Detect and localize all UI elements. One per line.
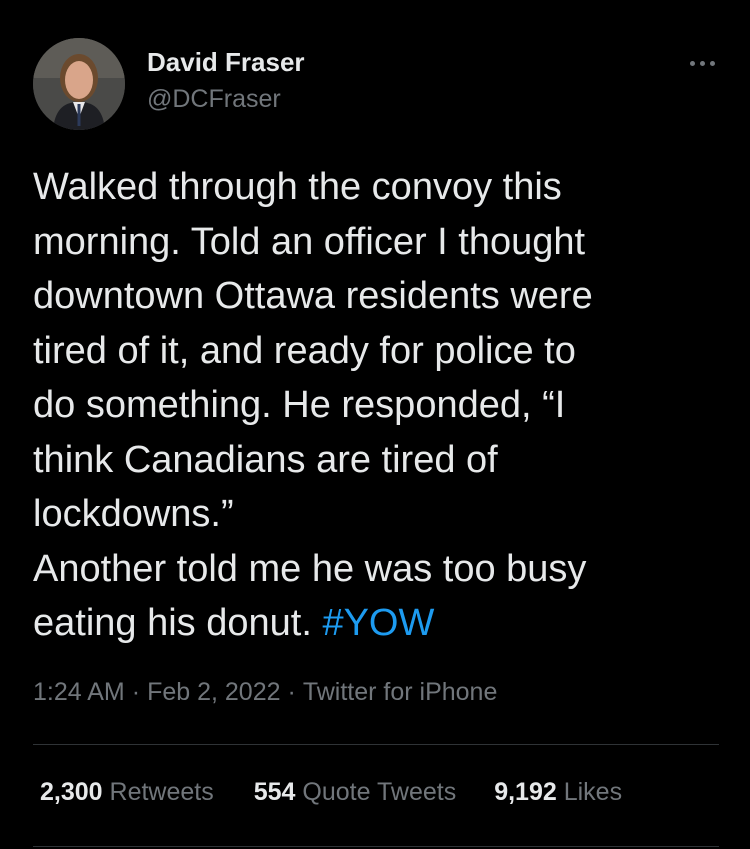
tweet-line: tired of it, and ready for police to xyxy=(33,329,576,372)
meta-separator: · xyxy=(131,678,141,706)
divider xyxy=(33,744,719,745)
tweet-line: Another told me he was too busy xyxy=(33,547,587,590)
tweet-line: downtown Ottawa residents were xyxy=(33,275,593,317)
tweet-text: Walked through the convoy this morning. … xyxy=(33,160,723,651)
quote-tweets-count: 554 xyxy=(253,778,296,806)
tweet-date[interactable]: Feb 2, 2022 xyxy=(147,678,280,706)
likes-label: Likes xyxy=(563,778,623,806)
tweet-line: Walked through the convoy this xyxy=(33,166,562,208)
more-dot xyxy=(709,60,715,66)
tweet-line-last: eating his donut. #YOW xyxy=(33,596,723,651)
hashtag-link[interactable]: #YOW xyxy=(322,602,434,644)
tweet-detail: David Fraser @DCFraser Walked through th… xyxy=(0,0,750,849)
tweet-line: morning. Told an officer I thought xyxy=(33,220,586,263)
more-options-icon[interactable] xyxy=(682,52,722,74)
tweet-meta: 1:24 AM · Feb 2, 2022 · Twitter for iPhone xyxy=(33,678,497,707)
tweet-line: lockdowns.” xyxy=(33,493,234,535)
more-dot xyxy=(689,60,695,66)
retweets-count: 2,300 xyxy=(40,778,103,806)
tweet-time[interactable]: 1:24 AM xyxy=(33,678,125,706)
quote-tweets-stat[interactable]: 554 Quote Tweets xyxy=(254,778,456,807)
tweet-line: do something. He responded, “I xyxy=(33,384,566,426)
more-dot xyxy=(699,60,705,66)
tweet-stats: 2,300 Retweets 554 Quote Tweets 9,192 Li… xyxy=(40,778,622,807)
retweets-stat[interactable]: 2,300 Retweets xyxy=(40,778,214,807)
avatar-image xyxy=(33,38,125,130)
quote-tweets-label: Quote Tweets xyxy=(302,778,457,806)
divider xyxy=(33,846,719,847)
likes-count: 9,192 xyxy=(494,778,557,806)
likes-stat[interactable]: 9,192 Likes xyxy=(494,778,622,807)
tweet-line-text: eating his donut. xyxy=(33,602,323,644)
avatar[interactable] xyxy=(33,38,125,130)
retweets-label: Retweets xyxy=(109,778,214,806)
author-name[interactable]: David Fraser xyxy=(147,47,305,78)
tweet-line: think Canadians are tired of xyxy=(33,438,498,481)
tweet-source[interactable]: Twitter for iPhone xyxy=(303,678,498,706)
author-handle[interactable]: @DCFraser xyxy=(147,85,281,114)
meta-separator: · xyxy=(287,678,296,706)
